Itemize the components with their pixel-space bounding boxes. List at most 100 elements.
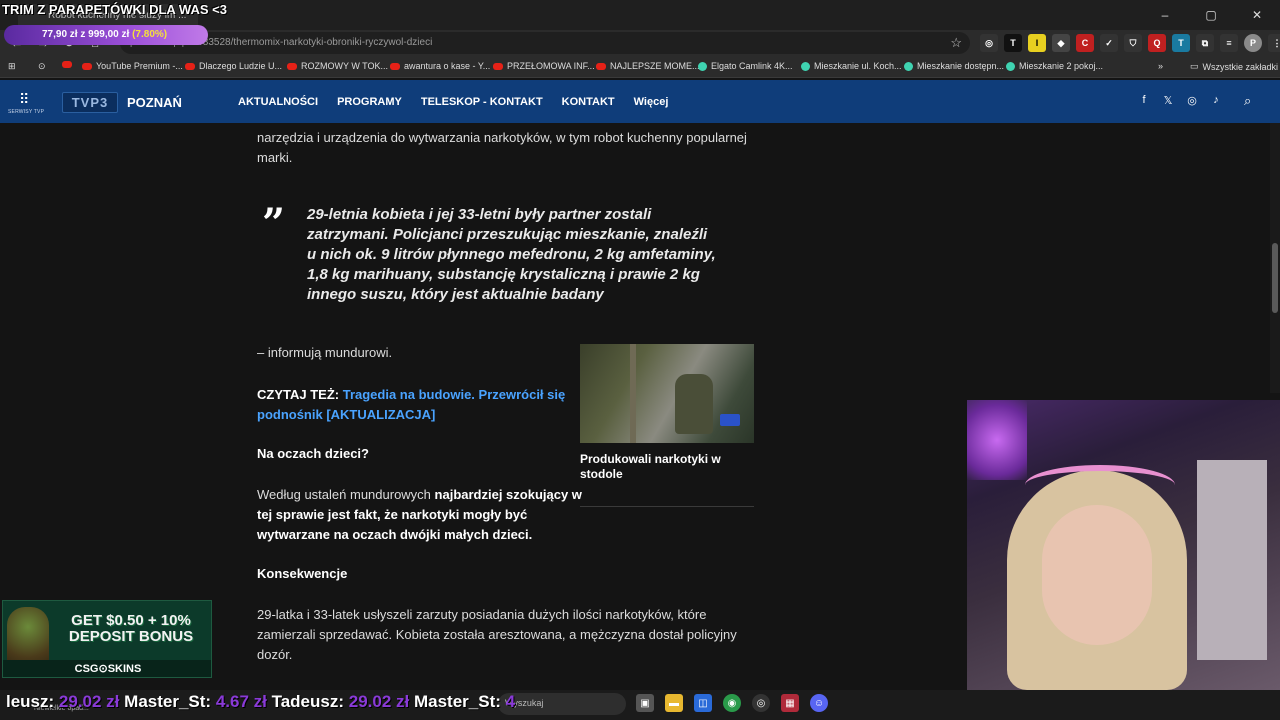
apps-icon[interactable]: ⊞ bbox=[8, 61, 16, 72]
puzzle-icon[interactable]: ⧉ bbox=[1196, 34, 1214, 52]
more-icon[interactable]: ⋮ bbox=[1268, 34, 1280, 52]
menu-icon[interactable]: ≡ bbox=[1220, 34, 1238, 52]
serwisy-label: SERWISY TVP bbox=[8, 109, 45, 115]
bookmarks-folder-label: Wszystkie zakładki bbox=[1202, 61, 1279, 72]
ticker-name: Master_St: bbox=[413, 692, 501, 711]
tiktok-icon[interactable]: ♪ bbox=[1210, 94, 1222, 107]
photo-caption[interactable]: Produkowali narkotyki w stodole bbox=[580, 452, 754, 482]
ad-text: GET $0.50 + 10% DEPOSIT BONUS bbox=[68, 612, 194, 645]
bookmark-label: PRZEŁOMOWA INF... bbox=[507, 61, 595, 71]
bookmark-item[interactable]: Mieszkanie ul. Koch... bbox=[801, 61, 902, 71]
folder-icon[interactable]: ▬ bbox=[665, 694, 683, 712]
maximize-button[interactable]: ▢ bbox=[1188, 0, 1234, 30]
grid-icon[interactable]: ⠿ bbox=[19, 91, 29, 108]
bookmark-item[interactable] bbox=[62, 61, 72, 68]
address-bar[interactable]: poznan.tvp.pl /83528/thermomix-narkotyki… bbox=[120, 32, 970, 54]
close-button[interactable]: ✕ bbox=[1234, 0, 1280, 30]
article-subheading: Konsekwencje bbox=[257, 566, 348, 581]
ticker-name: leusz: bbox=[6, 692, 55, 711]
youtube-icon bbox=[82, 62, 92, 70]
bookmark-label: Mieszkanie ul. Koch... bbox=[814, 61, 902, 71]
city-name[interactable]: POZNAŃ bbox=[127, 95, 182, 110]
extension-icon[interactable]: Q bbox=[1148, 34, 1166, 52]
bookmark-label: NAJLEPSZE MOME... bbox=[610, 61, 700, 71]
menu-item-programy[interactable]: PROGRAMY bbox=[337, 96, 402, 108]
chevron-right-icon[interactable]: » bbox=[1158, 61, 1163, 71]
article-paragraph: narzędzia i urządzenia do wytwarzania na… bbox=[257, 130, 747, 165]
bookmark-item[interactable]: Mieszkanie dostępn... bbox=[904, 61, 1004, 71]
stream-title: TRIM Z PARAPETÓWKI DLA WAS <3 bbox=[2, 2, 227, 17]
menu-item-kontakt[interactable]: KONTAKT bbox=[562, 96, 615, 108]
obs-icon[interactable]: ◎ bbox=[752, 694, 770, 712]
bookmark-item[interactable]: YouTube Premium -... bbox=[82, 61, 183, 71]
bookmarks-folder[interactable]: ▭ Wszystkie zakładki bbox=[1190, 61, 1278, 72]
article-paragraph: – informują mundurowi. bbox=[257, 345, 393, 360]
extension-icon[interactable]: ◆ bbox=[1052, 34, 1070, 52]
article-paragraph: 29-latka i 33-latek usłyszeli zarzuty po… bbox=[257, 607, 737, 662]
bookmark-favicon-icon bbox=[698, 61, 707, 71]
extension-icon[interactable]: ✓ bbox=[1100, 34, 1118, 52]
youtube-icon bbox=[62, 61, 72, 68]
menu-item-aktualnosci[interactable]: AKTUALNOŚCI bbox=[238, 96, 318, 108]
facebook-icon[interactable]: f bbox=[1138, 94, 1150, 107]
menu-item-teleskop[interactable]: TELESKOP - KONTAKT bbox=[421, 96, 543, 108]
article-photo[interactable] bbox=[580, 344, 754, 443]
bookmark-item[interactable]: Dlaczego Ludzie U... bbox=[185, 61, 282, 71]
task-view-icon[interactable]: ▣ bbox=[636, 694, 654, 712]
menu-item-wiecej[interactable]: Więcej bbox=[634, 96, 669, 108]
bookmark-item[interactable]: awantura o kase - Y... bbox=[390, 61, 490, 71]
extension-icon[interactable]: C bbox=[1076, 34, 1094, 52]
chrome-icon[interactable]: ◉ bbox=[723, 694, 741, 712]
sponsor-ad: GET $0.50 + 10% DEPOSIT BONUS CSG⊙SKINS bbox=[2, 600, 212, 678]
ad-brand: CSG⊙SKINS bbox=[3, 660, 211, 677]
youtube-icon bbox=[493, 62, 503, 70]
shield-icon[interactable]: ⛉ bbox=[1124, 34, 1142, 52]
goal-percent: (7.80%) bbox=[132, 29, 168, 40]
bookmark-item[interactable]: Mieszkanie 2 pokoj... bbox=[1006, 61, 1103, 71]
instagram-icon[interactable]: ◎ bbox=[1186, 94, 1198, 107]
bookmark-star-icon[interactable]: ☆ bbox=[950, 35, 962, 51]
search-icon[interactable]: ⌕ bbox=[1244, 93, 1251, 109]
bookmark-item[interactable]: Elgato Camlink 4K... bbox=[698, 61, 793, 71]
social-links: f 𝕏 ◎ ♪ bbox=[1138, 94, 1222, 107]
read-also-label: CZYTAJ TEŻ: bbox=[257, 387, 340, 402]
goal-separator: z bbox=[77, 29, 89, 40]
extension-icon[interactable]: T bbox=[1172, 34, 1190, 52]
article-subheading: Na oczach dzieci? bbox=[257, 446, 369, 461]
bookmark-label: YouTube Premium -... bbox=[96, 61, 183, 71]
ticker-amount: 4 bbox=[505, 692, 516, 711]
bookmark-icon[interactable]: ⊙ bbox=[38, 61, 46, 72]
youtube-icon bbox=[390, 62, 400, 70]
bookmark-label: Mieszkanie dostępn... bbox=[917, 61, 1005, 71]
paragraph-text: Według ustaleń mundurowych bbox=[257, 487, 435, 502]
scrollbar-thumb[interactable] bbox=[1272, 243, 1278, 313]
divider bbox=[580, 506, 754, 507]
url-path: /83528/thermomix-narkotyki-obroniki-rycz… bbox=[200, 37, 433, 48]
window-controls: – ▢ ✕ bbox=[1142, 0, 1280, 30]
bookmark-item[interactable]: NAJLEPSZE MOME... bbox=[596, 61, 700, 71]
bookmark-label: Mieszkanie 2 pokoj... bbox=[1019, 61, 1104, 71]
goal-current: 77,90 zł bbox=[42, 29, 78, 40]
article-paragraph: Według ustaleń mundurowych najbardziej s… bbox=[257, 485, 597, 545]
extension-icon[interactable]: I bbox=[1028, 34, 1046, 52]
bookmark-favicon-icon bbox=[1006, 61, 1015, 71]
quote-icon: ” bbox=[262, 200, 286, 247]
bookmark-item[interactable]: PRZEŁOMOWA INF... bbox=[493, 61, 595, 71]
read-also: CZYTAJ TEŻ: Tragedia na budowie. Przewró… bbox=[257, 385, 567, 425]
ticker-name: Tadeusz: bbox=[271, 692, 345, 711]
profile-avatar[interactable]: P bbox=[1244, 34, 1262, 52]
minimize-button[interactable]: – bbox=[1142, 0, 1188, 30]
tvp3-logo[interactable]: TVP3 bbox=[62, 92, 118, 113]
donation-goal-text: 77,90 zł z 999,00 zł (7.80%) bbox=[42, 29, 167, 40]
bookmarks-bar: ⊞ ⊙ YouTube Premium -... Dlaczego Ludzie… bbox=[0, 56, 1280, 78]
bookmark-item[interactable]: ROZMOWY W TOK... bbox=[287, 61, 388, 71]
bookmark-label: ROZMOWY W TOK... bbox=[301, 61, 389, 71]
app-icon[interactable]: ▦ bbox=[781, 694, 799, 712]
extension-icon[interactable]: T bbox=[1004, 34, 1022, 52]
ticker-amount: 29.02 zł bbox=[348, 692, 410, 711]
extension-icon[interactable]: ◎ bbox=[980, 34, 998, 52]
x-icon[interactable]: 𝕏 bbox=[1162, 94, 1174, 107]
site-header: ⠿ SERWISY TVP TVP3 POZNAŃ AKTUALNOŚCI PR… bbox=[0, 80, 1280, 123]
store-icon[interactable]: ◫ bbox=[694, 694, 712, 712]
discord-icon[interactable]: ☺ bbox=[810, 694, 828, 712]
